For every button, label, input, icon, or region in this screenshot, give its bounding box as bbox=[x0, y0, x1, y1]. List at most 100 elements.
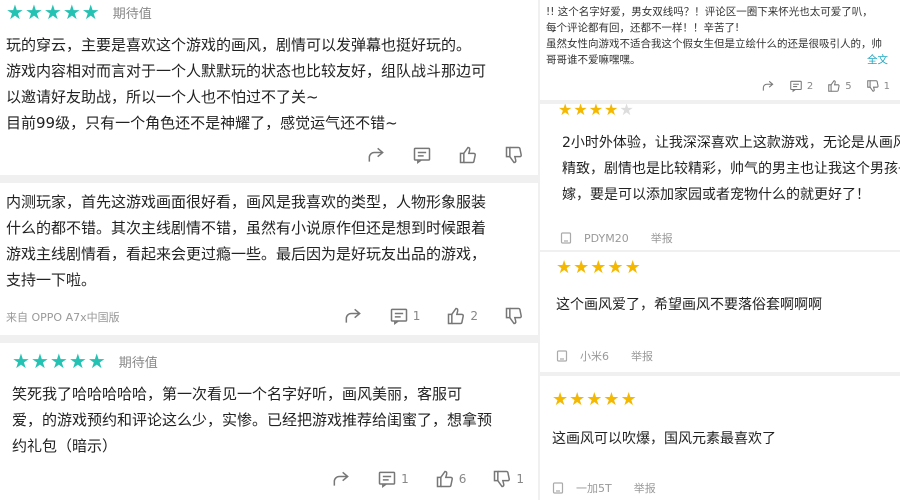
star-icon: ★ bbox=[590, 257, 607, 278]
share-icon bbox=[345, 308, 361, 323]
like-count: 2 bbox=[470, 309, 478, 323]
review-meta: 小米6 举报 bbox=[556, 348, 653, 364]
review-card-r1: ★ ★ ★ ★ ★ 2小时外体验，让我深深喜欢上这款游戏，无论是从画风 精致，剧… bbox=[540, 104, 900, 250]
report-link[interactable]: 举报 bbox=[634, 480, 656, 496]
review-meta: 一加5T 举报 bbox=[552, 480, 656, 496]
star-icon: ★ bbox=[573, 257, 590, 278]
comment-button[interactable]: 1 bbox=[389, 306, 421, 326]
star-icon: ★ bbox=[81, 0, 100, 24]
share-button[interactable] bbox=[331, 469, 351, 489]
rating-stars: ★ ★ ★ ★ ★ bbox=[552, 390, 638, 410]
star-icon: ★ bbox=[68, 349, 87, 373]
thumbs-down-icon bbox=[866, 80, 879, 92]
like-button[interactable]: 2 bbox=[446, 306, 478, 326]
report-link[interactable]: 举报 bbox=[651, 230, 673, 246]
comment-button[interactable] bbox=[412, 145, 432, 165]
share-icon bbox=[333, 471, 349, 486]
star-icon: ★ bbox=[573, 104, 588, 119]
star-icon: ★ bbox=[49, 349, 68, 373]
phone-icon bbox=[560, 232, 572, 244]
review-text: 这画风可以吹爆，国风元素最喜欢了 bbox=[552, 431, 776, 447]
review-actions: 1 2 bbox=[317, 306, 524, 326]
star-icon: ★ bbox=[62, 0, 81, 24]
read-more-link[interactable]: 全文 bbox=[867, 52, 888, 68]
star-icon: ★ bbox=[620, 389, 637, 410]
thumbs-up-icon bbox=[459, 146, 476, 164]
share-button[interactable] bbox=[366, 145, 386, 165]
comment-button[interactable]: 2 bbox=[789, 79, 813, 93]
like-button[interactable]: 6 bbox=[435, 469, 467, 489]
star-icon: ★ bbox=[569, 389, 586, 410]
phone-icon bbox=[556, 350, 568, 362]
thumbs-down-icon bbox=[505, 146, 522, 164]
review-card-1: ★ ★ ★ ★ ★ 期待值 玩的穿云，主要是喜欢这个游戏的画风，剧情可以发弹幕也… bbox=[0, 0, 538, 175]
star-icon: ★ bbox=[624, 257, 641, 278]
comment-count: 1 bbox=[401, 472, 409, 486]
share-button[interactable] bbox=[761, 79, 775, 93]
review-card-r3: ★ ★ ★ ★ ★ 这画风可以吹爆，国风元素最喜欢了 一加5T 举报 bbox=[540, 376, 900, 500]
share-icon bbox=[368, 147, 384, 162]
star-icon: ★ bbox=[552, 389, 569, 410]
review-actions bbox=[340, 145, 524, 165]
star-icon: ★ bbox=[6, 0, 24, 24]
share-icon bbox=[762, 80, 774, 91]
thumbs-down-icon bbox=[505, 307, 522, 325]
report-link[interactable]: 举报 bbox=[631, 348, 653, 364]
like-button[interactable]: 5 bbox=[827, 79, 852, 93]
rating-stars: ★ ★ ★ ★ ★ 期待值 bbox=[12, 351, 158, 371]
star-icon: ★ bbox=[24, 0, 43, 24]
star-icon: ★ bbox=[603, 389, 620, 410]
star-icon: ★ bbox=[588, 104, 604, 119]
dislike-count: 1 bbox=[516, 472, 524, 486]
star-icon: ★ bbox=[87, 349, 106, 373]
review-card-r2: ★ ★ ★ ★ ★ 这个画风爱了，希望画风不要落俗套啊啊啊 小米6 举报 bbox=[540, 252, 900, 372]
star-icon: ★ bbox=[12, 349, 30, 373]
dislike-button[interactable] bbox=[504, 306, 524, 326]
comment-icon bbox=[390, 308, 407, 325]
review-card-small: !! 这个名字好爱，男女双线吗？！评论区一圈下来怀光也太可爱了叭， 每个评论都有… bbox=[540, 0, 900, 100]
star-icon: ★ bbox=[556, 257, 573, 278]
like-count: 5 bbox=[845, 80, 852, 92]
star-icon: ★ bbox=[604, 104, 619, 119]
device-label: 一加5T bbox=[576, 482, 612, 495]
star-icon: ★ bbox=[43, 0, 62, 24]
review-tag: 期待值 bbox=[112, 6, 152, 22]
review-meta: PDYM20 举报 bbox=[560, 230, 673, 246]
star-icon: ★ bbox=[30, 349, 49, 373]
comment-count: 2 bbox=[806, 80, 814, 92]
rating-stars: ★ ★ ★ ★ ★ bbox=[558, 104, 635, 120]
review-card-2: 内测玩家，首先这游戏画面很好看，画风是我喜欢的类型，人物形象服装 什么的都不错。… bbox=[0, 183, 538, 335]
like-count: 6 bbox=[458, 472, 467, 486]
comment-icon bbox=[790, 80, 802, 93]
like-button[interactable] bbox=[458, 145, 478, 165]
thumbs-up-icon bbox=[828, 80, 840, 92]
comment-button[interactable]: 1 bbox=[377, 469, 409, 489]
star-empty-icon: ★ bbox=[619, 104, 634, 119]
review-actions: 2 5 1 bbox=[747, 79, 890, 93]
dislike-count: 1 bbox=[883, 80, 890, 92]
thumbs-up-icon bbox=[448, 307, 465, 325]
review-text: 这个画风爱了，希望画风不要落俗套啊啊啊 bbox=[556, 297, 822, 313]
device-label: PDYM20 bbox=[584, 231, 629, 245]
comment-count: 1 bbox=[412, 309, 421, 323]
rating-stars: ★ ★ ★ ★ ★ 期待值 bbox=[6, 2, 152, 22]
star-icon: ★ bbox=[558, 104, 573, 119]
thumbs-up-icon bbox=[436, 470, 453, 488]
device-label: 小米6 bbox=[580, 350, 609, 363]
share-button[interactable] bbox=[343, 306, 363, 326]
review-text: 内测玩家，首先这游戏画面很好看，画风是我喜欢的类型，人物形象服装 什么的都不错。… bbox=[6, 193, 487, 289]
dislike-button[interactable]: 1 bbox=[866, 79, 890, 93]
review-text: 玩的穿云，主要是喜欢这个游戏的画风，剧情可以发弹幕也挺好玩的。 游戏内容相对而言… bbox=[6, 36, 487, 132]
phone-icon bbox=[552, 482, 564, 494]
comment-icon bbox=[378, 471, 396, 488]
review-tag: 期待值 bbox=[118, 355, 158, 371]
device-label: 来自 OPPO A7x中国版 bbox=[6, 311, 120, 324]
dislike-button[interactable] bbox=[504, 145, 524, 165]
dislike-button[interactable]: 1 bbox=[492, 469, 524, 489]
review-text: 笑死我了哈哈哈哈哈，第一次看见一个名字好听，画风美丽，客服可 爱，的游戏预约和评… bbox=[12, 385, 493, 455]
star-icon: ★ bbox=[586, 389, 603, 410]
review-text: !! 这个名字好爱，男女双线吗？！评论区一圈下来怀光也太可爱了叭， 每个评论都有… bbox=[546, 6, 882, 66]
review-text: 2小时外体验，让我深深喜欢上这款游戏，无论是从画风 精致，剧情也是比较精彩，帅气… bbox=[562, 135, 900, 203]
rating-stars: ★ ★ ★ ★ ★ bbox=[556, 258, 642, 278]
review-card-3: ★ ★ ★ ★ ★ 期待值 笑死我了哈哈哈哈哈，第一次看见一个名字好听，画风美丽… bbox=[0, 343, 538, 500]
